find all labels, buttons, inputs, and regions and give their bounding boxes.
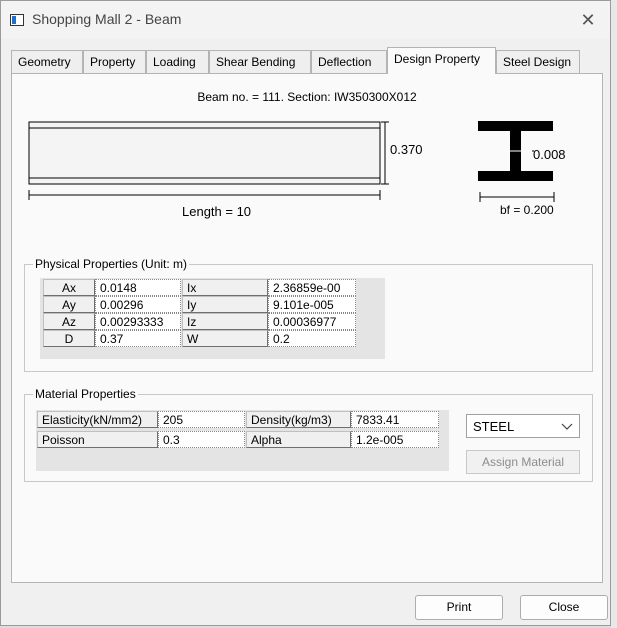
- mat-key-alpha: Alpha: [246, 431, 351, 448]
- prop-value-ax[interactable]: 0.0148: [95, 279, 181, 296]
- prop-value-d[interactable]: 0.37: [95, 330, 181, 347]
- web-thickness-label: 0.008: [533, 147, 566, 162]
- prop-key-ax: Ax: [43, 279, 95, 296]
- material-select-value: STEEL: [473, 419, 515, 434]
- close-icon[interactable]: ✕: [576, 8, 600, 32]
- design-property-panel: Beam no. = 111. Section: IW350300X012 Le…: [11, 73, 603, 583]
- prop-key-az: Az: [43, 313, 95, 330]
- prop-key-d: D: [43, 330, 95, 347]
- section-depth-label: 0.370: [390, 142, 423, 157]
- background-window-edge: [611, 0, 617, 628]
- material-select[interactable]: STEEL: [466, 414, 580, 438]
- prop-value-iz[interactable]: 0.00036977: [268, 313, 356, 330]
- prop-value-w[interactable]: 0.2: [268, 330, 356, 347]
- chevron-down-icon: [561, 417, 573, 438]
- mat-key-density: Density(kg/m3): [246, 411, 351, 428]
- mat-value-elasticity[interactable]: 205: [158, 411, 245, 428]
- beam-length-label: Length = 10: [182, 204, 252, 219]
- tab-property[interactable]: Property: [83, 50, 146, 73]
- prop-key-ay: Ay: [43, 296, 95, 313]
- prop-key-w: W: [182, 330, 268, 347]
- window-title: Shopping Mall 2 - Beam: [32, 11, 182, 27]
- assign-material-button[interactable]: Assign Material: [466, 450, 580, 474]
- prop-value-ix[interactable]: 2.36859e-00: [268, 279, 356, 296]
- beam-dialog: Shopping Mall 2 - Beam ✕ Geometry Proper…: [0, 0, 611, 626]
- tab-deflection[interactable]: Deflection: [311, 50, 387, 73]
- title-bar: Shopping Mall 2 - Beam ✕: [1, 1, 610, 39]
- flange-width-label: bf = 0.200: [500, 203, 554, 217]
- mat-value-density[interactable]: 7833.41: [351, 411, 439, 428]
- prop-key-iz: Iz: [182, 313, 268, 330]
- tab-geometry[interactable]: Geometry: [11, 50, 83, 73]
- tab-steel-design[interactable]: Steel Design: [496, 50, 580, 73]
- mat-key-elasticity: Elasticity(kN/mm2): [37, 411, 158, 428]
- print-button[interactable]: Print: [415, 595, 503, 620]
- prop-key-iy: Iy: [182, 296, 268, 313]
- tab-design-property[interactable]: Design Property: [387, 47, 496, 74]
- window-icon: [10, 14, 24, 26]
- tab-shear-bending[interactable]: Shear Bending: [209, 50, 311, 73]
- mat-value-poisson[interactable]: 0.3: [158, 431, 245, 448]
- prop-value-ay[interactable]: 0.00296: [95, 296, 181, 313]
- close-button[interactable]: Close: [520, 595, 608, 620]
- i-section-icon: [478, 121, 555, 202]
- prop-value-az[interactable]: 0.00293333: [95, 313, 181, 330]
- mat-key-poisson: Poisson: [37, 431, 158, 448]
- material-properties-legend: Material Properties: [33, 387, 138, 401]
- physical-properties-legend: Physical Properties (Unit: m): [33, 257, 190, 271]
- tab-loading[interactable]: Loading: [146, 50, 209, 73]
- prop-key-ix: Ix: [182, 279, 268, 296]
- prop-value-iy[interactable]: 9.101e-005: [268, 296, 356, 313]
- mat-value-alpha[interactable]: 1.2e-005: [351, 431, 439, 448]
